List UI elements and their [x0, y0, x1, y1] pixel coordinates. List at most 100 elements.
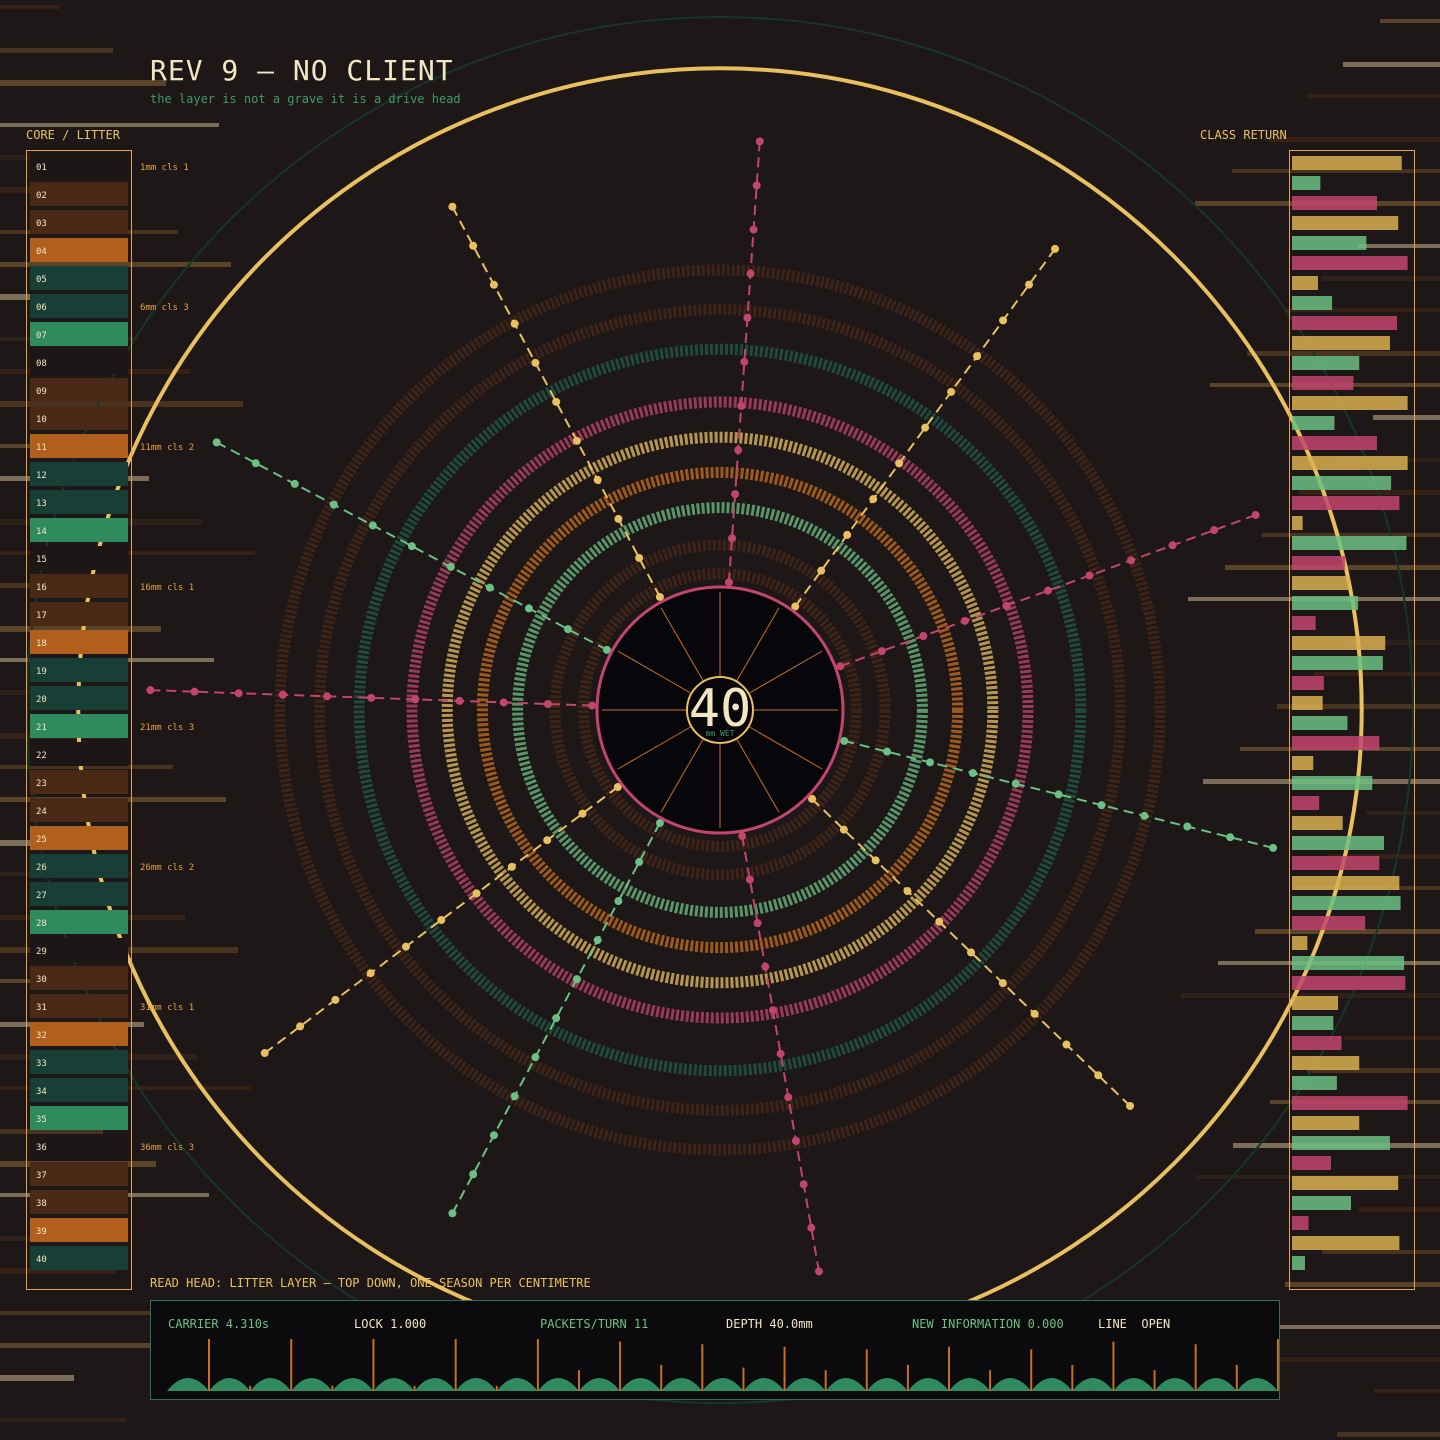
- spoke-marker: [925, 758, 934, 767]
- spoke-marker: [745, 875, 754, 884]
- spoke-marker: [1097, 801, 1106, 810]
- spoke-marker: [843, 530, 852, 539]
- spoke-marker: [1030, 1009, 1039, 1018]
- spoke-marker: [507, 862, 516, 871]
- new-information-readout: NEW INFORMATION 0.000: [912, 1317, 1064, 1331]
- spoke-marker: [543, 699, 552, 708]
- spoke-marker: [260, 1049, 269, 1058]
- spoke-marker: [871, 856, 880, 865]
- spoke-marker: [278, 690, 287, 699]
- signal-waveform: [167, 1339, 1279, 1391]
- depth-mark-label: 26mm cls 2: [140, 863, 194, 873]
- spoke-marker: [1043, 586, 1052, 595]
- spoke-marker: [635, 553, 644, 562]
- spoke-marker: [489, 280, 498, 289]
- spoke-marker: [903, 887, 912, 896]
- page-title: REV 9 — NO CLIENT: [150, 54, 454, 87]
- spoke-marker: [807, 1223, 816, 1232]
- spoke-marker: [1140, 811, 1149, 820]
- spoke-marker: [146, 686, 155, 695]
- spoke-marker: [883, 747, 892, 756]
- spoke-marker: [1011, 779, 1020, 788]
- streak-bar: [1374, 1389, 1440, 1393]
- spoke-marker: [737, 401, 746, 410]
- spoke-marker: [368, 521, 377, 530]
- spoke-marker: [1269, 843, 1278, 852]
- streak-bar: [0, 123, 219, 127]
- spoke-marker: [728, 534, 737, 543]
- spoke-marker: [469, 241, 478, 250]
- spoke-marker: [755, 137, 764, 146]
- streak-bar: [1269, 137, 1440, 142]
- spoke-marker: [552, 1014, 561, 1023]
- streak-bar: [1337, 1432, 1440, 1437]
- spoke-marker: [635, 858, 644, 867]
- spoke-marker: [455, 696, 464, 705]
- spoke-marker: [446, 562, 455, 571]
- spoke-marker: [1051, 244, 1060, 253]
- spoke-marker: [510, 1092, 519, 1101]
- spoke-marker: [543, 836, 552, 845]
- page-subtitle: the layer is not a grave it is a drive h…: [150, 92, 461, 106]
- spoke-marker: [752, 181, 761, 190]
- spoke-marker: [1062, 1040, 1071, 1049]
- spoke-marker: [1002, 601, 1011, 610]
- streak-bar: [1306, 94, 1440, 98]
- spoke-marker: [448, 1209, 457, 1218]
- spoke-marker: [877, 647, 886, 656]
- spoke-marker: [329, 500, 338, 509]
- spoke-marker: [234, 689, 243, 698]
- spoke-marker: [998, 979, 1007, 988]
- signal-humps: [167, 1378, 1278, 1391]
- streak-bar: [0, 1418, 127, 1422]
- spoke-marker: [738, 832, 747, 841]
- spoke-marker: [578, 809, 587, 818]
- spoke-marker: [1025, 280, 1034, 289]
- spoke-marker: [531, 358, 540, 367]
- streak-bar: [0, 80, 166, 86]
- spoke-marker: [411, 695, 420, 704]
- depth-mark-label: 11mm cls 2: [140, 443, 194, 453]
- spoke-marker: [749, 225, 758, 234]
- spoke-marker: [840, 736, 849, 745]
- carrier-readout: CARRIER 4.310s: [168, 1317, 270, 1331]
- streak-bar: [1343, 62, 1440, 67]
- spoke-marker: [895, 459, 904, 468]
- spoke-marker: [791, 1136, 800, 1145]
- spoke-marker: [799, 1180, 808, 1189]
- spoke-marker: [572, 436, 581, 445]
- visualization-stage: 40 mm WET 01 02 03 04 05 06 07 08 09 10 11 12 13 14 15 16…: [0, 0, 1440, 1440]
- spoke-marker: [999, 316, 1008, 325]
- streak-bar: [0, 1375, 74, 1381]
- spoke-marker: [407, 542, 416, 551]
- spoke-marker: [967, 948, 976, 957]
- depth-mark-label: 21mm cls 3: [140, 723, 194, 733]
- spoke-marker: [531, 1053, 540, 1062]
- core-litter-label: CORE / LITTER: [26, 128, 120, 142]
- streak-bar: [0, 1311, 168, 1315]
- spoke-marker: [947, 387, 956, 396]
- spoke-marker: [489, 1131, 498, 1140]
- depth-mark-label: 1mm cls 1: [140, 163, 189, 173]
- streak-bar: [0, 5, 60, 9]
- spoke-marker: [1054, 790, 1063, 799]
- streak-bar: [0, 48, 113, 53]
- read-head-caption: READ HEAD: LITTER LAYER — TOP DOWN, ONE …: [150, 1276, 591, 1290]
- class-return-label: CLASS RETURN: [1200, 128, 1287, 142]
- spoke-marker: [366, 969, 375, 978]
- depth-mark-label: 16mm cls 1: [140, 583, 194, 593]
- class-return-panel: [1289, 150, 1415, 1290]
- spoke-marker: [921, 423, 930, 432]
- spoke-marker: [724, 578, 733, 587]
- spoke-marker: [1251, 511, 1260, 520]
- spoke-marker: [784, 1093, 793, 1102]
- line-status-readout: LINE OPEN: [1098, 1317, 1171, 1331]
- depth-mark-label: 31mm cls 1: [140, 1003, 194, 1013]
- streak-bar: [1380, 19, 1440, 23]
- spoke-marker: [401, 942, 410, 951]
- depth-mark-label: 36mm cls 3: [140, 1143, 194, 1153]
- spoke-marker: [1168, 541, 1177, 550]
- spoke-marker: [524, 604, 533, 613]
- spoke-marker: [290, 479, 299, 488]
- spoke-marker: [1094, 1071, 1103, 1080]
